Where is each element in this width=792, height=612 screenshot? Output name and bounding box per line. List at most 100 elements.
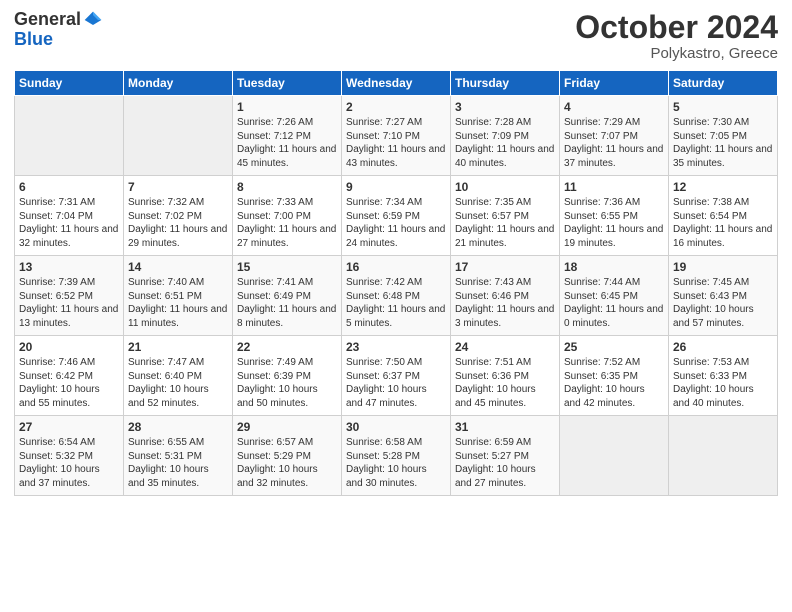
day-number: 7 [128, 180, 228, 194]
calendar-cell: 26Sunrise: 7:53 AMSunset: 6:33 PMDayligh… [669, 336, 778, 416]
calendar-cell: 10 Sunrise: 7:35 AMSunset: 6:57 PMDayligh… [451, 176, 560, 256]
calendar-cell: 29Sunrise: 6:57 AMSunset: 5:29 PMDayligh… [233, 416, 342, 496]
day-number: 3 [455, 100, 555, 114]
day-number: 11 [564, 180, 664, 194]
day-number: 31 [455, 420, 555, 434]
cell-content: Sunrise: 7:30 AMSunset: 7:05 PMDaylight:… [673, 116, 773, 170]
calendar-cell: 12 Sunrise: 7:38 AMSunset: 6:54 PMDayligh… [669, 176, 778, 256]
cell-content: Sunrise: 7:44 AMSunset: 6:45 PMDaylight:… [564, 276, 664, 330]
calendar-cell: 9Sunrise: 7:34 AMSunset: 6:59 PMDaylight… [342, 176, 451, 256]
header-day-monday: Monday [124, 71, 233, 96]
calendar-cell: 31 Sunrise: 6:59 AMSunset: 5:27 PMDayligh… [451, 416, 560, 496]
day-number: 29 [237, 420, 337, 434]
day-number: 5 [673, 100, 773, 114]
day-number: 18 [564, 260, 664, 274]
calendar-cell: 14 Sunrise: 7:40 AMSunset: 6:51 PMDayligh… [124, 256, 233, 336]
calendar-cell: 18 Sunrise: 7:44 AMSunset: 6:45 PMDayligh… [560, 256, 669, 336]
week-row-1: 1 Sunrise: 7:26 AMSunset: 7:12 PMDaylight… [15, 96, 778, 176]
header-day-friday: Friday [560, 71, 669, 96]
calendar-cell: 27Sunrise: 6:54 AMSunset: 5:32 PMDayligh… [15, 416, 124, 496]
day-number: 6 [19, 180, 119, 194]
day-number: 9 [346, 180, 446, 194]
calendar-table: SundayMondayTuesdayWednesdayThursdayFrid… [14, 70, 778, 496]
day-number: 13 [19, 260, 119, 274]
calendar-cell: 2Sunrise: 7:27 AMSunset: 7:10 PMDaylight… [342, 96, 451, 176]
cell-content: Sunrise: 7:45 AMSunset: 6:43 PMDaylight:… [673, 276, 773, 330]
month-title: October 2024 [575, 10, 778, 45]
location-title: Polykastro, Greece [575, 45, 778, 62]
week-row-5: 27Sunrise: 6:54 AMSunset: 5:32 PMDayligh… [15, 416, 778, 496]
cell-content: Sunrise: 7:33 AMSunset: 7:00 PMDaylight:… [237, 196, 337, 250]
calendar-cell: 21 Sunrise: 7:47 AMSunset: 6:40 PMDayligh… [124, 336, 233, 416]
calendar-cell: 30Sunrise: 6:58 AMSunset: 5:28 PMDayligh… [342, 416, 451, 496]
day-number: 25 [564, 340, 664, 354]
cell-content: Sunrise: 7:31 AMSunset: 7:04 PMDaylight:… [19, 196, 119, 250]
calendar-cell: 25 Sunrise: 7:52 AMSunset: 6:35 PMDayligh… [560, 336, 669, 416]
header-day-tuesday: Tuesday [233, 71, 342, 96]
day-number: 10 [455, 180, 555, 194]
cell-content: Sunrise: 7:46 AMSunset: 6:42 PMDaylight:… [19, 356, 119, 410]
cell-content: Sunrise: 6:58 AMSunset: 5:28 PMDaylight:… [346, 436, 446, 490]
calendar-cell: 5 Sunrise: 7:30 AMSunset: 7:05 PMDaylight… [669, 96, 778, 176]
cell-content: Sunrise: 7:26 AMSunset: 7:12 PMDaylight:… [237, 116, 337, 170]
cell-content: Sunrise: 7:38 AMSunset: 6:54 PMDaylight:… [673, 196, 773, 250]
calendar-cell: 28 Sunrise: 6:55 AMSunset: 5:31 PMDayligh… [124, 416, 233, 496]
week-row-2: 6 Sunrise: 7:31 AMSunset: 7:04 PMDaylight… [15, 176, 778, 256]
header-day-thursday: Thursday [451, 71, 560, 96]
cell-content: Sunrise: 7:47 AMSunset: 6:40 PMDaylight:… [128, 356, 228, 410]
calendar-cell [15, 96, 124, 176]
cell-content: Sunrise: 7:41 AMSunset: 6:49 PMDaylight:… [237, 276, 337, 330]
cell-content: Sunrise: 7:28 AMSunset: 7:09 PMDaylight:… [455, 116, 555, 170]
calendar-cell: 4Sunrise: 7:29 AMSunset: 7:07 PMDaylight… [560, 96, 669, 176]
calendar-cell: 3 Sunrise: 7:28 AMSunset: 7:09 PMDaylight… [451, 96, 560, 176]
cell-content: Sunrise: 7:51 AMSunset: 6:36 PMDaylight:… [455, 356, 555, 410]
calendar-cell: 13Sunrise: 7:39 AMSunset: 6:52 PMDayligh… [15, 256, 124, 336]
header-row: SundayMondayTuesdayWednesdayThursdayFrid… [15, 71, 778, 96]
cell-content: Sunrise: 7:35 AMSunset: 6:57 PMDaylight:… [455, 196, 555, 250]
calendar-cell [669, 416, 778, 496]
day-number: 28 [128, 420, 228, 434]
cell-content: Sunrise: 6:55 AMSunset: 5:31 PMDaylight:… [128, 436, 228, 490]
cell-content: Sunrise: 6:54 AMSunset: 5:32 PMDaylight:… [19, 436, 119, 490]
cell-content: Sunrise: 7:40 AMSunset: 6:51 PMDaylight:… [128, 276, 228, 330]
calendar-cell: 7 Sunrise: 7:32 AMSunset: 7:02 PMDaylight… [124, 176, 233, 256]
calendar-cell: 17Sunrise: 7:43 AMSunset: 6:46 PMDayligh… [451, 256, 560, 336]
calendar-cell: 1 Sunrise: 7:26 AMSunset: 7:12 PMDaylight… [233, 96, 342, 176]
day-number: 17 [455, 260, 555, 274]
day-number: 14 [128, 260, 228, 274]
day-number: 20 [19, 340, 119, 354]
day-number: 12 [673, 180, 773, 194]
cell-content: Sunrise: 7:49 AMSunset: 6:39 PMDaylight:… [237, 356, 337, 410]
calendar-cell: 20 Sunrise: 7:46 AMSunset: 6:42 PMDayligh… [15, 336, 124, 416]
day-number: 8 [237, 180, 337, 194]
header-day-saturday: Saturday [669, 71, 778, 96]
day-number: 24 [455, 340, 555, 354]
title-block: October 2024 Polykastro, Greece [575, 10, 778, 62]
day-number: 16 [346, 260, 446, 274]
logo-blue: Blue [14, 29, 53, 49]
day-number: 22 [237, 340, 337, 354]
cell-content: Sunrise: 7:52 AMSunset: 6:35 PMDaylight:… [564, 356, 664, 410]
calendar-cell: 24 Sunrise: 7:51 AMSunset: 6:36 PMDayligh… [451, 336, 560, 416]
calendar-cell: 8 Sunrise: 7:33 AMSunset: 7:00 PMDaylight… [233, 176, 342, 256]
day-number: 1 [237, 100, 337, 114]
logo-icon [83, 10, 103, 30]
calendar-cell: 19Sunrise: 7:45 AMSunset: 6:43 PMDayligh… [669, 256, 778, 336]
calendar-cell: 11Sunrise: 7:36 AMSunset: 6:55 PMDayligh… [560, 176, 669, 256]
week-row-3: 13Sunrise: 7:39 AMSunset: 6:52 PMDayligh… [15, 256, 778, 336]
calendar-cell [560, 416, 669, 496]
header-day-sunday: Sunday [15, 71, 124, 96]
calendar-cell [124, 96, 233, 176]
day-number: 23 [346, 340, 446, 354]
cell-content: Sunrise: 7:32 AMSunset: 7:02 PMDaylight:… [128, 196, 228, 250]
header-day-wednesday: Wednesday [342, 71, 451, 96]
day-number: 21 [128, 340, 228, 354]
day-number: 15 [237, 260, 337, 274]
day-number: 2 [346, 100, 446, 114]
calendar-cell: 15 Sunrise: 7:41 AMSunset: 6:49 PMDayligh… [233, 256, 342, 336]
logo-general: General [14, 10, 81, 30]
cell-content: Sunrise: 7:53 AMSunset: 6:33 PMDaylight:… [673, 356, 773, 410]
calendar-cell: 22 Sunrise: 7:49 AMSunset: 6:39 PMDayligh… [233, 336, 342, 416]
cell-content: Sunrise: 6:59 AMSunset: 5:27 PMDaylight:… [455, 436, 555, 490]
logo: General Blue [14, 10, 103, 50]
